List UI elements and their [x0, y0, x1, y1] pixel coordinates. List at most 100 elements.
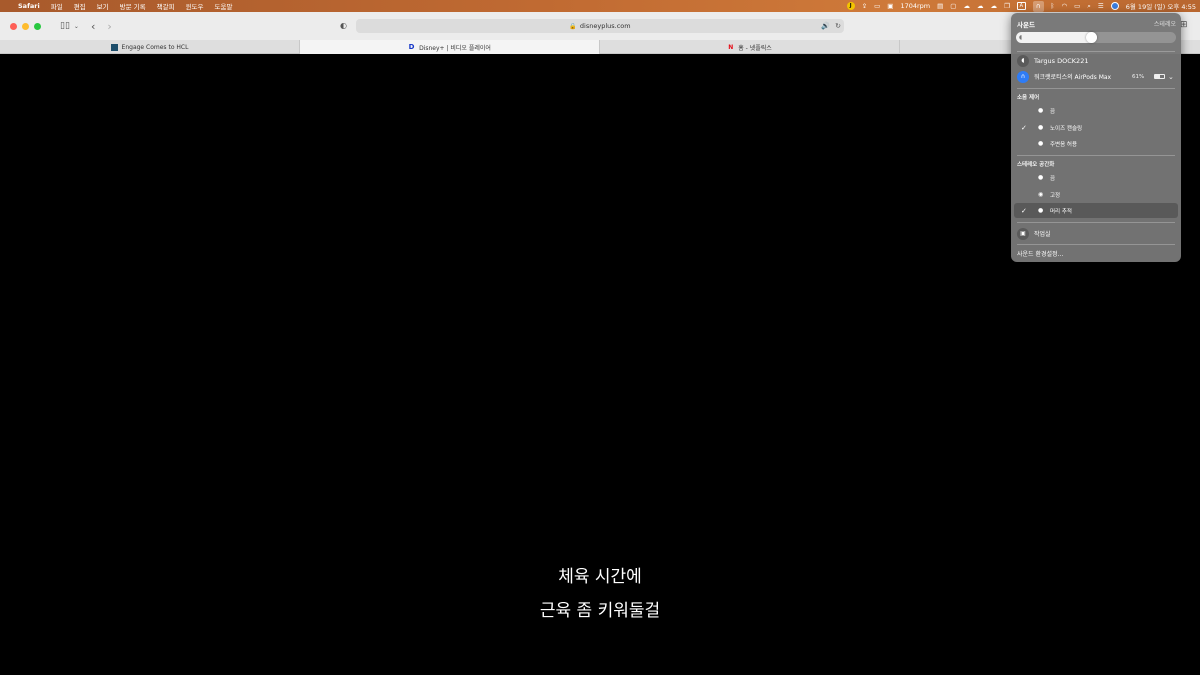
- subtitle-line-1: 체육 시간에: [558, 567, 642, 587]
- fan-rpm[interactable]: 1704rpm: [900, 2, 930, 10]
- headphones-icon[interactable]: ∩: [1032, 0, 1044, 12]
- reload-icon[interactable]: ↻: [835, 22, 841, 30]
- sound-preferences-label: 사운드 환경설정...: [1017, 251, 1064, 258]
- stereo-label: 스테레오: [1153, 21, 1176, 28]
- battery-status-icon[interactable]: ▭: [1074, 2, 1080, 10]
- close-window-button[interactable]: [10, 22, 17, 30]
- tab-overview-icon[interactable]: ⊞: [1180, 20, 1188, 30]
- device-name: Targus DOCK221: [1034, 56, 1089, 65]
- wifi-icon[interactable]: ◠: [1061, 2, 1067, 10]
- address-url: disneyplus.com: [579, 22, 631, 30]
- upload-icon[interactable]: ⇪: [862, 2, 867, 10]
- tab-label: Engage Comes to HCL: [121, 43, 189, 51]
- divider: [1017, 51, 1175, 52]
- volume-fill: [1016, 32, 1097, 43]
- studio-icon: ▣: [1017, 227, 1029, 240]
- cloud-sync-icon[interactable]: ☁: [990, 2, 997, 10]
- person-icon: ●: [1038, 140, 1044, 147]
- privacy-shield-icon[interactable]: ◐: [340, 21, 347, 30]
- option-label: 머리 추적: [1050, 208, 1072, 215]
- siri-icon[interactable]: [1110, 2, 1119, 10]
- menu-item-help[interactable]: 도움말: [215, 1, 233, 11]
- window-controls: [10, 22, 46, 30]
- checkmark-icon: ✓: [1021, 206, 1027, 215]
- device-name: 워크랫로티스의 AirPods Max: [1034, 74, 1112, 81]
- menu-item-history[interactable]: 방문 기록: [120, 1, 146, 11]
- chevron-down-icon[interactable]: ⌄: [74, 23, 79, 30]
- bluetooth-icon[interactable]: ᛒ: [1051, 2, 1055, 10]
- menu-item-file[interactable]: 파일: [51, 1, 63, 11]
- cloud-icon-2[interactable]: ☁: [977, 2, 984, 10]
- hcl-favicon-icon: [110, 43, 118, 51]
- sound-panel: 사운드 스테레오 ◖ ◖ Targus DOCK221 ∩ 워크랫로티스의 Ai…: [1011, 13, 1181, 262]
- tab-hcl[interactable]: Engage Comes to HCL: [0, 40, 300, 54]
- divider: [1017, 88, 1175, 89]
- noise-option-anc[interactable]: ✓ ● 노이즈 캔슬링: [1011, 120, 1181, 135]
- menu-item-edit[interactable]: 편집: [74, 1, 86, 11]
- person-icon: ●: [1038, 207, 1044, 214]
- option-label: 주변음 허용: [1050, 141, 1078, 148]
- person-icon: ●: [1038, 174, 1044, 181]
- option-label: 노이즈 캔슬링: [1050, 125, 1083, 132]
- volume-icon: ◖: [1019, 34, 1023, 41]
- divider: [1017, 244, 1175, 245]
- person-fixed-icon: ◉: [1038, 191, 1044, 198]
- display-icon[interactable]: ▭: [874, 2, 880, 10]
- menu-item-bookmarks[interactable]: 책갈피: [157, 1, 175, 11]
- cloud-icon[interactable]: ☁: [963, 2, 970, 10]
- option-label: 끔: [1050, 108, 1056, 115]
- menu-bar: Safari 파일 편집 보기 방문 기록 책갈피 윈도우 도움말 J ⇪ ▭ …: [0, 0, 1200, 12]
- spatial-option-head-tracked[interactable]: ✓ ● 머리 추적: [1014, 203, 1178, 218]
- status-app-icon[interactable]: J: [846, 2, 855, 10]
- search-icon[interactable]: ⌕: [1087, 2, 1091, 11]
- fan-icon[interactable]: ▣: [887, 2, 893, 10]
- sound-preferences-link[interactable]: 사운드 환경설정...: [1017, 246, 1175, 261]
- tab-label: 홈 - 넷플릭스: [738, 44, 772, 52]
- noise-control-title: 소음 제어: [1017, 95, 1040, 101]
- input-source-icon[interactable]: A: [1016, 2, 1026, 10]
- divider: [1017, 155, 1175, 156]
- minimize-window-button[interactable]: [22, 22, 29, 30]
- person-icon: ●: [1038, 107, 1044, 114]
- menu-item-window[interactable]: 윈도우: [186, 1, 204, 11]
- device-airpods[interactable]: ∩ 워크랫로티스의 AirPods Max 61% ⌄: [1011, 69, 1181, 84]
- fullscreen-window-button[interactable]: [34, 22, 41, 30]
- battery-icon: [1154, 74, 1165, 79]
- chevron-down-icon[interactable]: ⌄: [1168, 73, 1174, 81]
- studio-label: 작업실: [1034, 231, 1051, 238]
- divider: [1017, 222, 1175, 223]
- menu-item-view[interactable]: 보기: [97, 1, 109, 11]
- sound-panel-title: 사운드: [1017, 21, 1035, 29]
- person-icon: ●: [1038, 124, 1044, 131]
- spatial-audio-title: 스테레오 공간화: [1017, 162, 1055, 168]
- speaker-icon[interactable]: 🔊: [821, 22, 830, 30]
- subtitle-line-2: 근육 좀 키워둘걸: [539, 601, 661, 621]
- copy-icon[interactable]: ❐: [1004, 2, 1010, 10]
- status-area: J ⇪ ▭ ▣ 1704rpm ▤ ▢ ☁ ☁ ☁ ❐ A ∩ ᛒ ◠ ▭ ⌕ …: [840, 0, 1200, 12]
- spatial-option-off[interactable]: ● 끔: [1011, 170, 1181, 185]
- headphones-device-icon: ∩: [1017, 70, 1029, 83]
- speaker-device-icon: ◖: [1017, 54, 1029, 67]
- device-targus[interactable]: ◖ Targus DOCK221: [1011, 53, 1181, 68]
- control-center-icon[interactable]: ☰: [1098, 2, 1104, 10]
- option-label: 고정: [1050, 192, 1061, 199]
- tab-disney[interactable]: D Disney+ | 비디오 플레이어: [300, 40, 600, 54]
- menu-item-safari[interactable]: Safari: [18, 2, 40, 10]
- sidebar-icon[interactable]: ▯▯: [60, 21, 70, 31]
- airpods-battery: 61%: [1132, 73, 1145, 80]
- clipboard-icon[interactable]: ▤: [937, 2, 943, 10]
- volume-knob[interactable]: [1086, 32, 1097, 43]
- noise-option-transparency[interactable]: ● 주변음 허용: [1011, 136, 1181, 151]
- back-button[interactable]: ‹: [91, 20, 95, 33]
- address-bar[interactable]: 🔒 disneyplus.com 🔊 ↻: [356, 19, 844, 33]
- spatial-option-fixed[interactable]: ◉ 고정: [1011, 187, 1181, 202]
- studio-item[interactable]: ▣ 작업실: [1011, 226, 1181, 241]
- box-icon[interactable]: ▢: [950, 2, 956, 10]
- clock[interactable]: 6월 19일 (일) 오후 4:55: [1126, 1, 1196, 11]
- noise-option-off[interactable]: ● 끔: [1011, 103, 1181, 118]
- disney-favicon-icon: D: [408, 42, 415, 51]
- tab-netflix[interactable]: N 홈 - 넷플릭스: [600, 40, 900, 54]
- volume-slider[interactable]: ◖: [1016, 32, 1176, 43]
- tab-label: Disney+ | 비디오 플레이어: [419, 44, 491, 52]
- forward-button[interactable]: ›: [107, 20, 111, 33]
